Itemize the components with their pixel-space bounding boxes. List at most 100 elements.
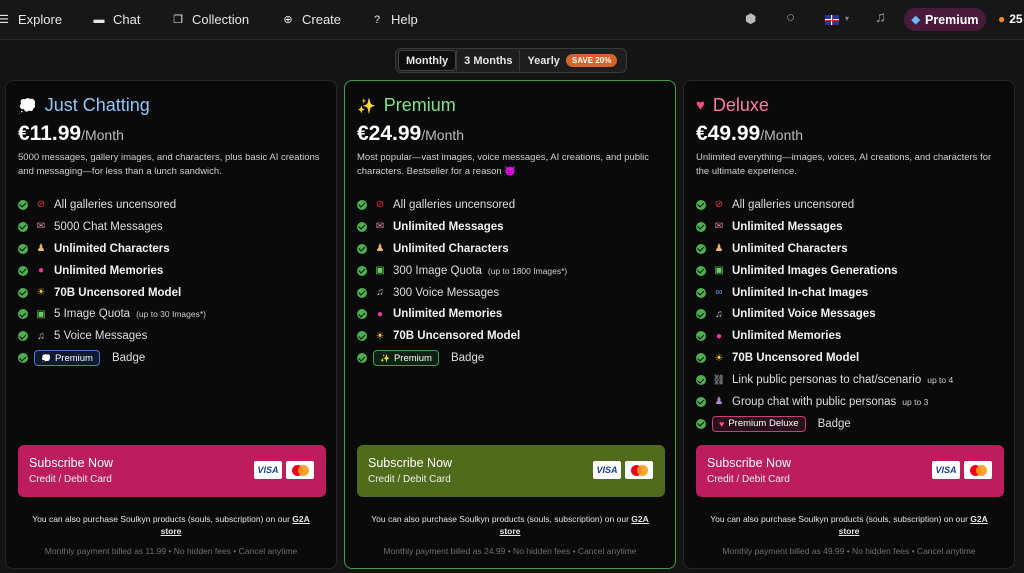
toggle-monthly-label: Monthly — [406, 54, 449, 67]
souls-counter[interactable]: ● 25 — [998, 12, 1023, 26]
collection-icon: ❐ — [173, 14, 183, 26]
toggle-yearly-label: Yearly — [527, 54, 560, 67]
feature-list: ⊘ All galleries uncensored ✉ Unlimited Mes… — [357, 194, 672, 369]
feature-note: up to 3 — [902, 396, 929, 407]
picture-icon: ▣ — [36, 308, 46, 320]
feature-text: Unlimited Memories — [732, 330, 842, 343]
g2a-store-link[interactable]: store — [839, 526, 860, 536]
g2a-store-link[interactable]: store — [161, 526, 182, 536]
check-icon — [357, 221, 367, 232]
bell-icon[interactable]: ♫ — [875, 9, 886, 26]
mailbox-icon: ✉ — [36, 221, 46, 233]
nav-chat[interactable]: ▬ Chat — [93, 12, 141, 27]
headphones-icon: ♫ — [37, 330, 45, 342]
uk-flag-icon[interactable] — [825, 15, 839, 25]
mastercard-logo — [964, 461, 992, 479]
feature-text: 300 Image Quota — [393, 264, 482, 277]
g2a-link[interactable]: G2A — [292, 514, 309, 524]
check-icon — [696, 287, 706, 298]
nav-help[interactable]: ? Help — [371, 12, 418, 27]
nav-create-label: Create — [302, 12, 342, 27]
plan-title: ♥ Deluxe — [696, 95, 769, 116]
feature-text: Unlimited Memories — [54, 264, 164, 277]
subscribe-subtitle: Credit / Debit Card — [707, 474, 790, 485]
dice-icon[interactable]: ⬢ — [745, 11, 756, 27]
billing-note: Monthly payment billed as 11.99 • No hid… — [44, 546, 298, 556]
visa-logo: VISA — [593, 461, 621, 479]
g2a-store-link[interactable]: store — [500, 526, 521, 536]
badge-label: Premium — [393, 352, 432, 364]
search-icon[interactable]: ○ — [786, 9, 795, 26]
feature-item: ♥ Premium Deluxe Badge — [696, 413, 1011, 435]
subscribe-button[interactable]: Subscribe Now Credit / Debit Card VISA — [357, 445, 665, 497]
premium-deluxe-badge: ♥ Premium Deluxe — [712, 415, 806, 432]
check-icon — [696, 265, 706, 276]
souls-count: 25 — [1009, 12, 1023, 26]
price-period: /Month — [421, 127, 465, 143]
feature-item: ▣ 5 Image Quota (up to 30 Images*) — [18, 303, 333, 325]
nav-help-label: Help — [391, 12, 418, 27]
subscribe-button[interactable]: Subscribe Now Credit / Debit Card VISA — [18, 445, 326, 497]
toggle-yearly[interactable]: Yearly SAVE 20% — [520, 50, 624, 71]
nav-explore[interactable]: ☰ Explore — [0, 12, 62, 27]
person-icon: ♟ — [36, 243, 46, 255]
g2a-text: You can also purchase Soulkyn products (… — [371, 514, 629, 524]
check-icon — [18, 199, 28, 210]
sparkles-icon: ✨ — [357, 97, 376, 115]
mailbox-icon: ✉ — [375, 221, 385, 233]
check-icon — [696, 375, 706, 386]
plan-price: €24.99/Month — [357, 122, 464, 146]
feature-item: ♟ Unlimited Characters — [18, 238, 333, 260]
feature-list: ⊘ All galleries uncensored ✉ 5000 Chat Mes… — [18, 194, 333, 369]
g2a-note: You can also purchase Soulkyn products (… — [684, 513, 1014, 537]
g2a-link[interactable]: G2A — [970, 514, 987, 524]
feature-item: ∞ Unlimited In-chat Images — [696, 282, 1011, 304]
feature-item: ♟ Group chat with public personas up to 3 — [696, 391, 1011, 413]
feature-item: ♫ 300 Voice Messages — [357, 282, 672, 304]
check-icon — [696, 309, 706, 320]
brain-icon: ● — [715, 330, 723, 342]
feature-text: Unlimited Characters — [732, 242, 848, 255]
no-entry-icon: ⊘ — [375, 199, 385, 211]
subscribe-subtitle: Credit / Debit Card — [368, 474, 451, 485]
feature-text: 70B Uncensored Model — [732, 352, 860, 365]
toggle-monthly[interactable]: Monthly — [398, 50, 457, 71]
gem-icon: ◆ — [911, 14, 920, 26]
check-icon — [357, 309, 367, 320]
group-icon: ♟ — [714, 396, 724, 408]
feature-item: ⊘ All galleries uncensored — [18, 194, 333, 216]
toggle-3-months[interactable]: 3 Months — [457, 50, 519, 71]
g2a-link[interactable]: G2A — [631, 514, 648, 524]
nav-collection[interactable]: ❐ Collection — [172, 12, 249, 27]
subscribe-title: Subscribe Now — [29, 456, 114, 470]
picture-icon: ▣ — [714, 265, 724, 277]
subscribe-button[interactable]: Subscribe Now Credit / Debit Card VISA — [696, 445, 1004, 497]
feature-text: 5 Voice Messages — [54, 330, 148, 343]
feature-text: Unlimited Memories — [393, 308, 503, 321]
person-icon: ♟ — [375, 243, 385, 255]
feature-text: Unlimited In-chat Images — [732, 286, 869, 299]
sparkles-icon: ✨ — [380, 353, 390, 363]
feature-text: 70B Uncensored Model — [54, 286, 182, 299]
plan-title-text: Just Chatting — [44, 95, 150, 115]
nav-create[interactable]: ⊕ Create — [282, 12, 341, 27]
feature-item: ⛓ Link public personas to chat/scenario up… — [696, 369, 1011, 391]
check-icon — [696, 353, 706, 364]
price-amount: €49.99 — [696, 122, 761, 145]
sun-icon: ☀ — [714, 352, 724, 364]
check-icon — [357, 199, 367, 210]
check-icon — [18, 221, 28, 232]
sun-icon: ☀ — [36, 287, 46, 298]
feature-text: Unlimited Messages — [732, 220, 843, 233]
feature-text: 70B Uncensored Model — [393, 330, 521, 343]
mastercard-logo — [286, 461, 314, 479]
heart-icon: ♥ — [696, 97, 705, 114]
feature-text: Unlimited Characters — [54, 242, 170, 255]
premium-button[interactable]: ◆ Premium — [904, 8, 986, 31]
feature-item: ⊘ All galleries uncensored — [357, 194, 672, 216]
check-icon — [696, 418, 706, 429]
feature-item: ☀ 70B Uncensored Model — [357, 325, 672, 347]
check-icon — [18, 309, 28, 320]
feature-text: 5 Image Quota — [54, 308, 131, 321]
no-entry-icon: ⊘ — [36, 199, 46, 211]
